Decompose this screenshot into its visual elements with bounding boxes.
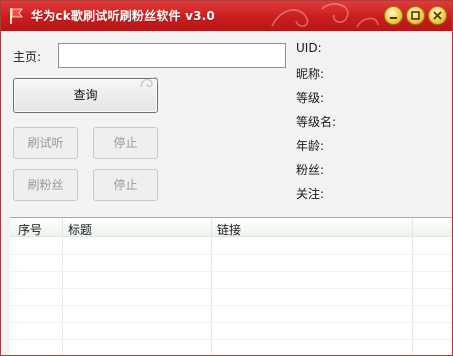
follow-label: 关注: [296,187,325,201]
uid-label: UID: [296,41,322,55]
level-label: 等级: [296,91,325,105]
title-decoration [271,3,379,28]
result-table[interactable]: 序号 标题 链接 [10,217,452,355]
row-divider [10,271,452,272]
table-header: 序号 标题 链接 [10,218,452,237]
button-decoration-icon [140,76,159,88]
stop-listen-button[interactable]: 停止 [93,127,158,159]
row-divider [10,254,452,255]
maximize-icon [411,11,420,20]
title-bar[interactable]: 华为ck歌刷试听刷粉丝软件 v3.0 [1,1,452,31]
app-flag-icon [10,8,23,24]
minimize-button[interactable] [384,6,403,25]
maximize-button[interactable] [406,6,425,25]
column-divider [412,218,413,355]
row-divider [10,288,452,289]
level-name-label: 等级名: [296,115,337,129]
age-label: 年龄: [296,139,325,153]
brush-listen-button[interactable]: 刷试听 [13,127,78,159]
row-divider [10,339,452,340]
column-divider [62,218,63,355]
column-header-title[interactable]: 标题 [68,221,92,238]
brush-fans-button[interactable]: 刷粉丝 [13,169,78,201]
row-divider [10,322,452,323]
column-header-index[interactable]: 序号 [18,221,42,238]
close-icon [433,11,442,20]
minimize-icon [390,17,397,19]
homepage-label: 主页: [13,50,42,64]
query-button[interactable]: 查询 [13,78,158,113]
row-divider [10,305,452,306]
close-button[interactable] [428,6,447,25]
stop-fans-button[interactable]: 停止 [93,169,158,201]
nickname-label: 昵称: [296,67,325,81]
window-title: 华为ck歌刷试听刷粉丝软件 v3.0 [31,9,215,23]
column-divider [211,218,212,355]
homepage-input[interactable] [58,43,286,68]
app-window: 华为ck歌刷试听刷粉丝软件 v3.0 主页: 查询 刷试听 停止 刷粉丝 停止 … [0,0,453,356]
column-header-link[interactable]: 链接 [217,221,241,238]
fans-label: 粉丝: [296,163,325,177]
